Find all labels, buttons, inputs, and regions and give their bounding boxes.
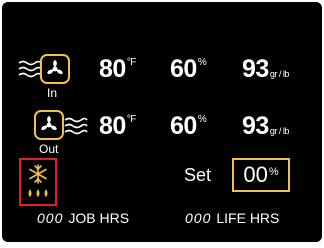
inlet-grains: 93gr / lb (242, 55, 289, 83)
setpoint-value[interactable]: 00% (232, 158, 290, 192)
outlet-fan-button[interactable] (34, 110, 64, 140)
snowflake-drops-icon (28, 164, 48, 197)
fan-icon (47, 60, 63, 75)
inlet-fan-button[interactable] (40, 54, 70, 84)
outlet-label: Out (39, 142, 59, 156)
display-screen: In 80°F 60% 93gr / lb Out 80°F 60% 93gr … (2, 2, 322, 242)
life-hours-label: LIFE HRS (216, 210, 280, 226)
outlet-grains: 93gr / lb (242, 112, 289, 140)
inlet-label: In (47, 86, 58, 100)
inlet-wind-icon (18, 58, 42, 80)
outlet-humidity: 60% (170, 112, 207, 140)
setpoint-label: Set (184, 165, 212, 185)
mode-button[interactable] (19, 158, 57, 206)
life-hours-counter: 000 (185, 210, 212, 226)
fan-icon (41, 116, 57, 131)
job-hours-counter: 000 (37, 210, 64, 226)
job-hours-label: JOB HRS (68, 210, 130, 226)
inlet-humidity: 60% (170, 55, 207, 83)
inlet-temperature: 80°F (99, 55, 136, 83)
job-hours: 000 JOB HRS (37, 210, 129, 226)
outlet-temperature: 80°F (99, 112, 136, 140)
life-hours: 000 LIFE HRS (185, 210, 279, 226)
outlet-wind-icon (64, 115, 88, 137)
